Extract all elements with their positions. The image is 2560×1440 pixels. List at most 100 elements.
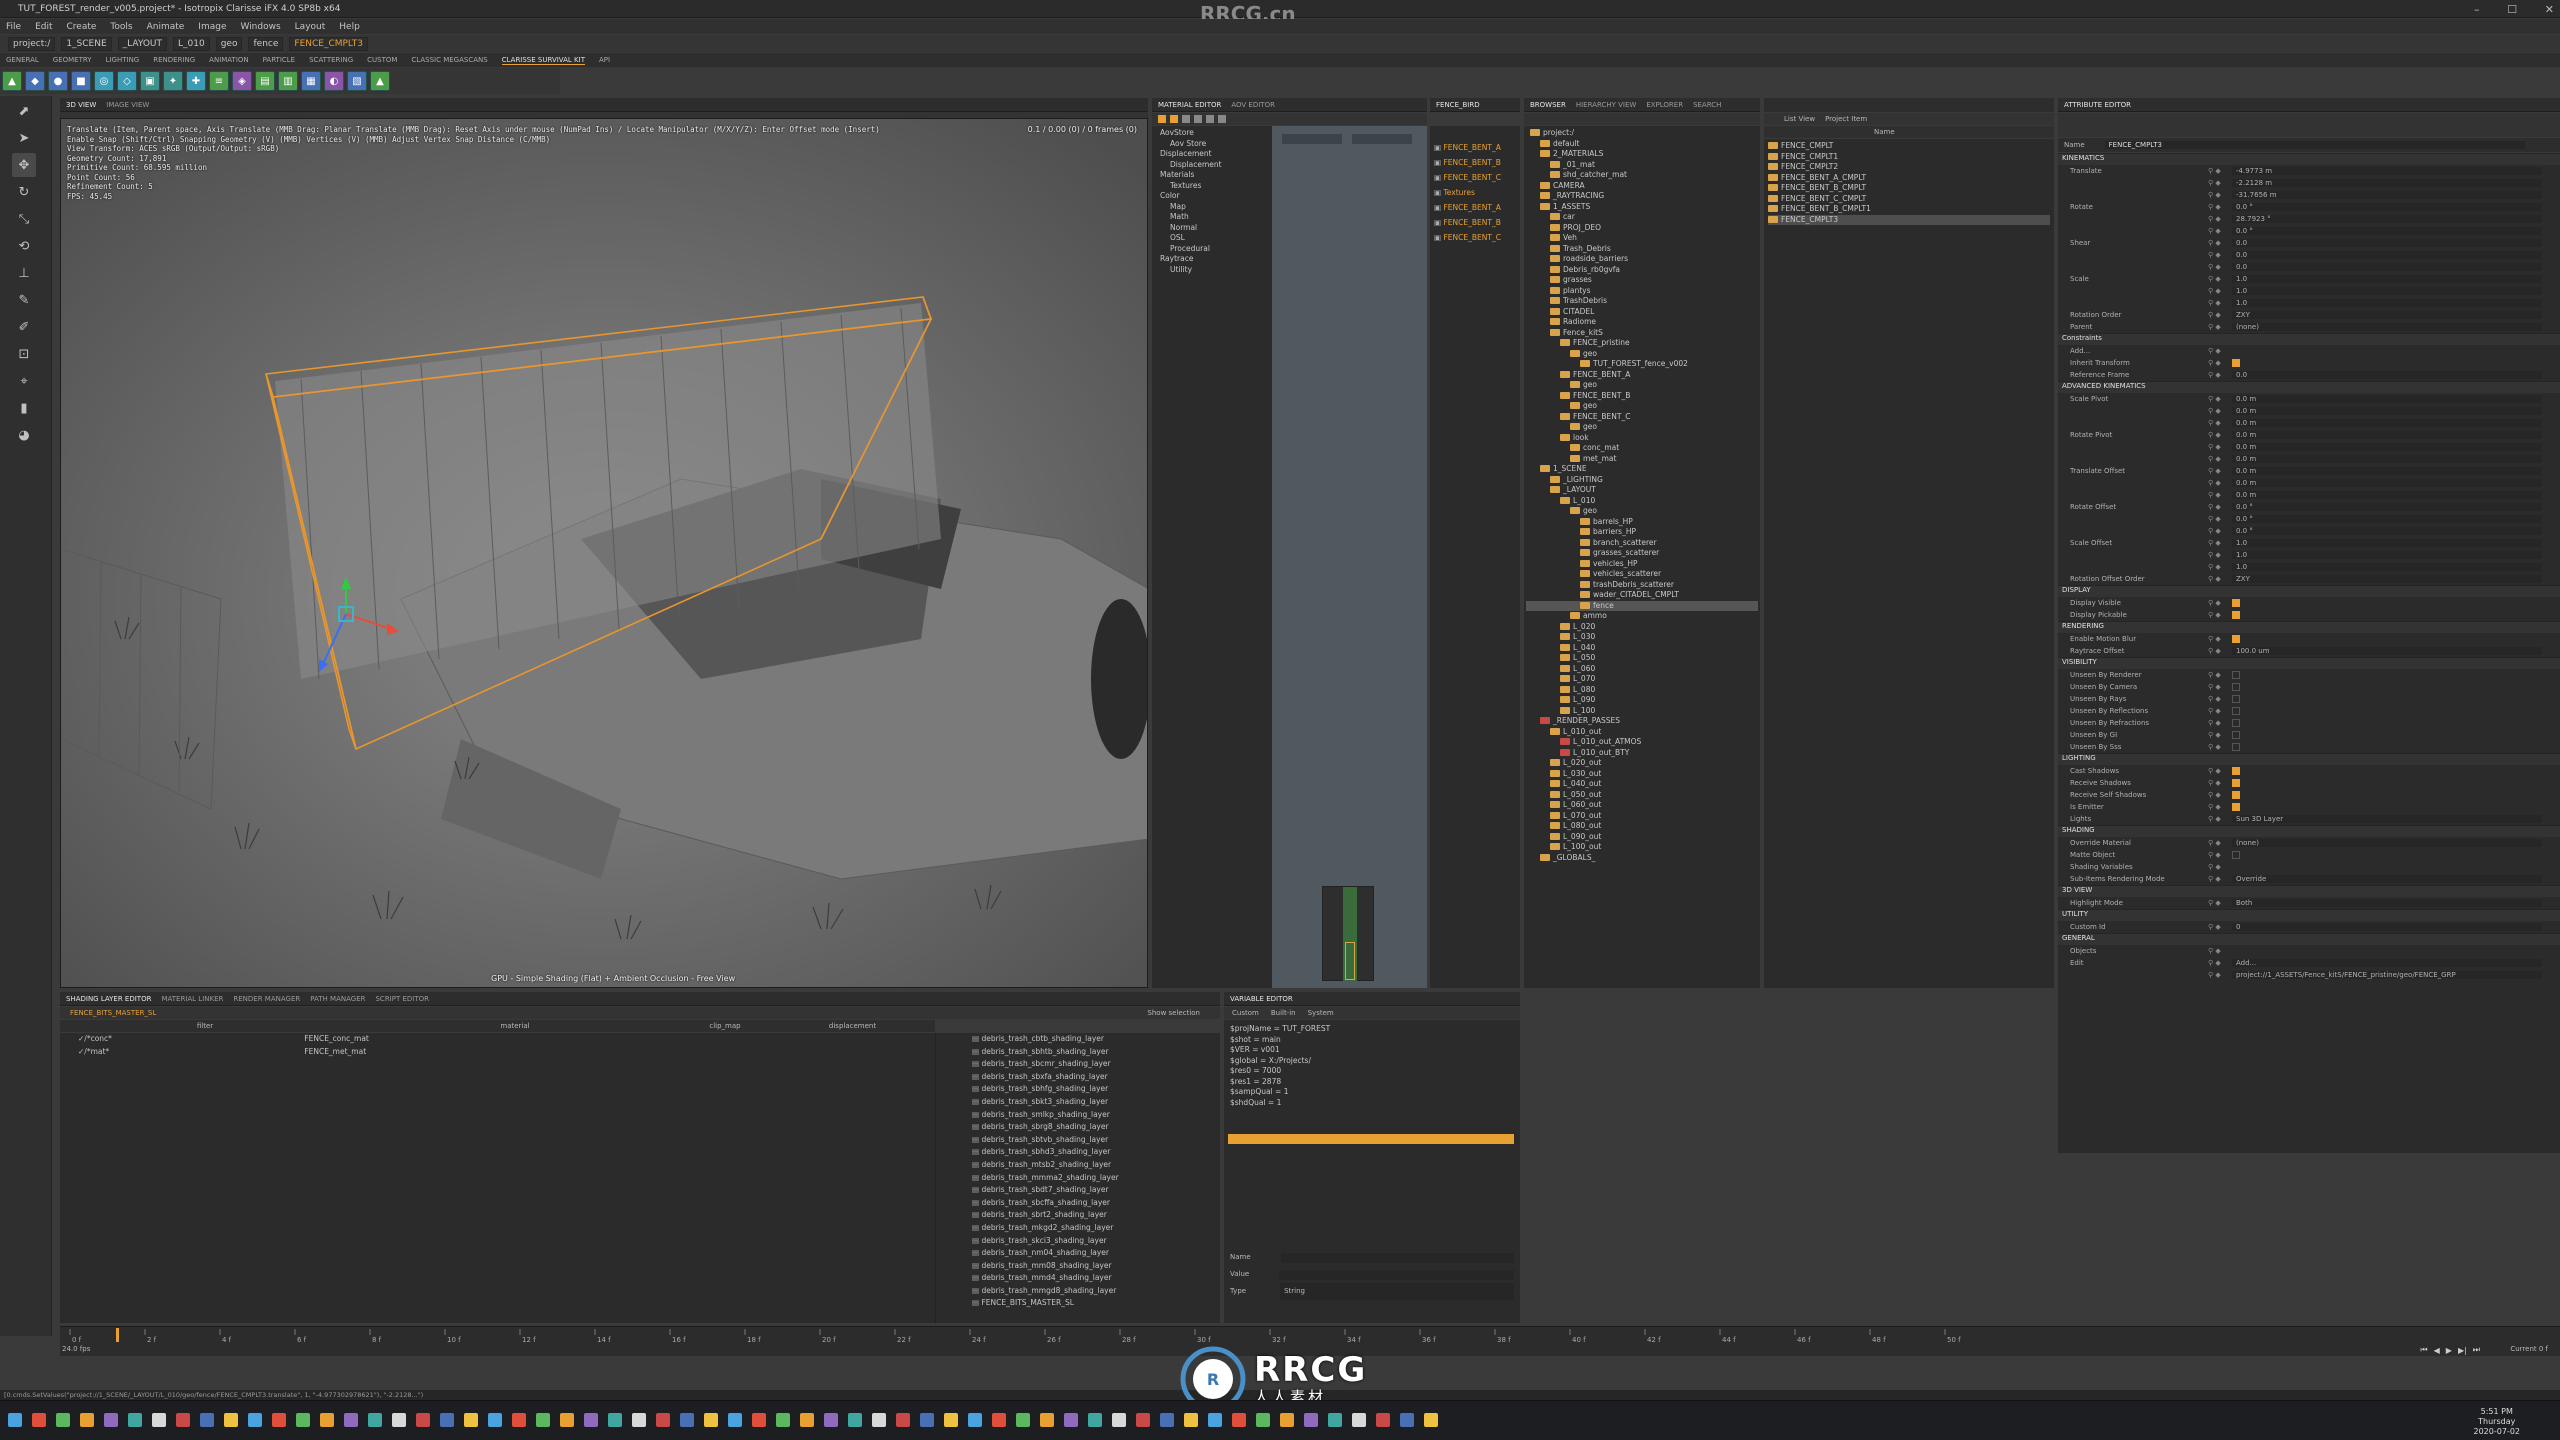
menu-item-image[interactable]: Image xyxy=(198,22,226,32)
shelf-button-11[interactable]: ◈ xyxy=(232,71,252,91)
shading-layer-item[interactable]: ▤ debris_trash_sbkt3_shading_layer xyxy=(972,1096,1220,1109)
tree-item[interactable]: 2_MATERIALS xyxy=(1526,149,1758,160)
list-item[interactable]: FENCE_CMPLT1 xyxy=(1768,152,2050,163)
attribute-key-icon[interactable]: ⚲ ◆ xyxy=(2208,947,2232,955)
attribute-section[interactable]: 3D VIEW xyxy=(2058,885,2560,897)
material-class-item[interactable]: Color xyxy=(1156,191,1268,202)
shelf-tab[interactable]: API xyxy=(599,56,610,64)
attribute-key-icon[interactable]: ⚲ ◆ xyxy=(2208,263,2232,271)
tree-item[interactable]: L_020 xyxy=(1526,622,1758,633)
attribute-value-field[interactable]: Sun 3D Layer xyxy=(2232,815,2542,823)
camera-icon[interactable]: ⌖ xyxy=(12,369,36,393)
attribute-section[interactable]: SHADING xyxy=(2058,825,2560,837)
var-value-field[interactable] xyxy=(1279,1269,1514,1280)
close-icon[interactable]: ✕ xyxy=(2545,3,2554,16)
variable-tab[interactable]: Built-in xyxy=(1271,1009,1296,1017)
material-class-item[interactable]: Displacement xyxy=(1156,160,1268,171)
attribute-value-field[interactable]: 0 xyxy=(2232,923,2542,931)
item-name-field[interactable]: FENCE_CMPLT3 xyxy=(2104,141,2525,149)
var-type-select[interactable]: String xyxy=(1280,1283,1514,1300)
attribute-checkbox[interactable] xyxy=(2232,743,2240,751)
attribute-key-icon[interactable]: ⚲ ◆ xyxy=(2208,467,2232,475)
attribute-value-field[interactable]: Add... xyxy=(2232,959,2542,967)
shading-layer-item[interactable]: ▤ debris_trash_sbtvb_shading_layer xyxy=(972,1134,1220,1147)
attribute-value-field[interactable]: 0.0 xyxy=(2232,263,2542,271)
tree-item[interactable]: conc_mat xyxy=(1526,443,1758,454)
pick-icon[interactable]: ⬈ xyxy=(12,99,36,123)
tree-item[interactable]: L_040_out xyxy=(1526,779,1758,790)
frame-icon[interactable]: ⊡ xyxy=(12,342,36,366)
last-frame-icon[interactable]: ⏭ xyxy=(2473,1345,2480,1355)
tree-item[interactable]: fence xyxy=(1526,600,1758,611)
attribute-key-icon[interactable]: ⚲ ◆ xyxy=(2208,299,2232,307)
taskbar-app-icon[interactable] xyxy=(1280,1413,1294,1427)
tree-item[interactable]: geo xyxy=(1526,401,1758,412)
attribute-key-icon[interactable]: ⚲ ◆ xyxy=(2208,239,2232,247)
attribute-key-icon[interactable]: ⚲ ◆ xyxy=(2208,647,2232,655)
menu-item-edit[interactable]: Edit xyxy=(35,22,52,32)
tree-item[interactable]: L_030 xyxy=(1526,632,1758,643)
move-icon[interactable]: ✥ xyxy=(12,153,36,177)
shelf-button-4[interactable]: ■ xyxy=(71,71,91,91)
shading-layer-item[interactable]: ▤ debris_trash_smlkp_shading_layer xyxy=(972,1109,1220,1122)
tree-item[interactable]: CAMERA xyxy=(1526,181,1758,192)
material-class-item[interactable]: Utility xyxy=(1156,265,1268,276)
taskbar-app-icon[interactable] xyxy=(464,1413,478,1427)
tab-path-manager[interactable]: PATH MANAGER xyxy=(310,995,365,1003)
tree-item[interactable]: L_010 xyxy=(1526,496,1758,507)
breadcrumb-item[interactable]: L_010 xyxy=(173,36,210,51)
attribute-key-icon[interactable]: ⚲ ◆ xyxy=(2208,599,2232,607)
tree-item[interactable]: FENCE_BENT_C xyxy=(1526,412,1758,423)
attribute-key-icon[interactable]: ⚲ ◆ xyxy=(2208,251,2232,259)
tree-item[interactable]: wader_CITADEL_CMPLT xyxy=(1526,590,1758,601)
taskbar-app-icon[interactable] xyxy=(440,1413,454,1427)
shelf-tab[interactable]: CUSTOM xyxy=(367,56,397,64)
layer-rule-row[interactable]: ✓ /*conc* FENCE_conc_mat xyxy=(60,1033,935,1046)
tree-item[interactable]: roadside_barriers xyxy=(1526,254,1758,265)
shelf-button-15[interactable]: ◐ xyxy=(324,71,344,91)
variable-entry[interactable]: $res0 = 7000 xyxy=(1230,1066,1514,1077)
tree-item[interactable]: Fence_kitS xyxy=(1526,328,1758,339)
graph-node[interactable] xyxy=(1352,134,1412,144)
taskbar-app-icon[interactable] xyxy=(848,1413,862,1427)
material-class-item[interactable]: Map xyxy=(1156,202,1268,213)
attribute-value-field[interactable]: -4.9773 m xyxy=(2232,167,2542,175)
tree-item[interactable]: L_080_out xyxy=(1526,821,1758,832)
breadcrumb-item[interactable]: 1_SCENE xyxy=(61,36,112,51)
attribute-key-icon[interactable]: ⚲ ◆ xyxy=(2208,503,2232,511)
taskbar-app-icon[interactable] xyxy=(1088,1413,1102,1427)
tree-item[interactable]: _RENDER_PASSES xyxy=(1526,716,1758,727)
shelf-button-2[interactable]: ◆ xyxy=(25,71,45,91)
tree-item[interactable]: car xyxy=(1526,212,1758,223)
attribute-key-icon[interactable]: ⚲ ◆ xyxy=(2208,779,2232,787)
shading-layer-item[interactable]: ▤ debris_trash_skci3_shading_layer xyxy=(972,1235,1220,1248)
attribute-key-icon[interactable]: ⚲ ◆ xyxy=(2208,767,2232,775)
tree-item[interactable]: branch_scatterer xyxy=(1526,538,1758,549)
taskbar-app-icon[interactable] xyxy=(1112,1413,1126,1427)
attribute-key-icon[interactable]: ⚲ ◆ xyxy=(2208,635,2232,643)
attribute-key-icon[interactable]: ⚲ ◆ xyxy=(2208,575,2232,583)
attribute-key-icon[interactable]: ⚲ ◆ xyxy=(2208,407,2232,415)
tree-item[interactable]: plantys xyxy=(1526,286,1758,297)
shading-layer-item[interactable]: ▤ debris_trash_mm08_shading_layer xyxy=(972,1260,1220,1273)
taskbar-app-icon[interactable] xyxy=(1064,1413,1078,1427)
attribute-value-field[interactable]: 0.0 m xyxy=(2232,431,2542,439)
tab-material-linker[interactable]: MATERIAL LINKER xyxy=(161,995,223,1003)
taskbar-app-icon[interactable] xyxy=(536,1413,550,1427)
shelf-button-9[interactable]: ✚ xyxy=(186,71,206,91)
scale-icon[interactable]: ⤡ xyxy=(12,207,36,231)
taskbar-app-icon[interactable] xyxy=(704,1413,718,1427)
attribute-key-icon[interactable]: ⚲ ◆ xyxy=(2208,671,2232,679)
attribute-key-icon[interactable]: ⚲ ◆ xyxy=(2208,971,2232,979)
attribute-value-field[interactable]: 0.0 m xyxy=(2232,407,2542,415)
attribute-value-field[interactable]: 0.0 m xyxy=(2232,419,2542,427)
taskbar-app-icon[interactable] xyxy=(560,1413,574,1427)
attribute-key-icon[interactable]: ⚲ ◆ xyxy=(2208,455,2232,463)
attribute-key-icon[interactable]: ⚲ ◆ xyxy=(2208,863,2232,871)
taskbar-app-icon[interactable] xyxy=(752,1413,766,1427)
taskbar-app-icon[interactable] xyxy=(1424,1413,1438,1427)
taskbar-app-icon[interactable] xyxy=(968,1413,982,1427)
shading-layer-item[interactable]: ▤ debris_trash_mtsb2_shading_layer xyxy=(972,1159,1220,1172)
attribute-key-icon[interactable]: ⚲ ◆ xyxy=(2208,815,2232,823)
taskbar-app-icon[interactable] xyxy=(944,1413,958,1427)
